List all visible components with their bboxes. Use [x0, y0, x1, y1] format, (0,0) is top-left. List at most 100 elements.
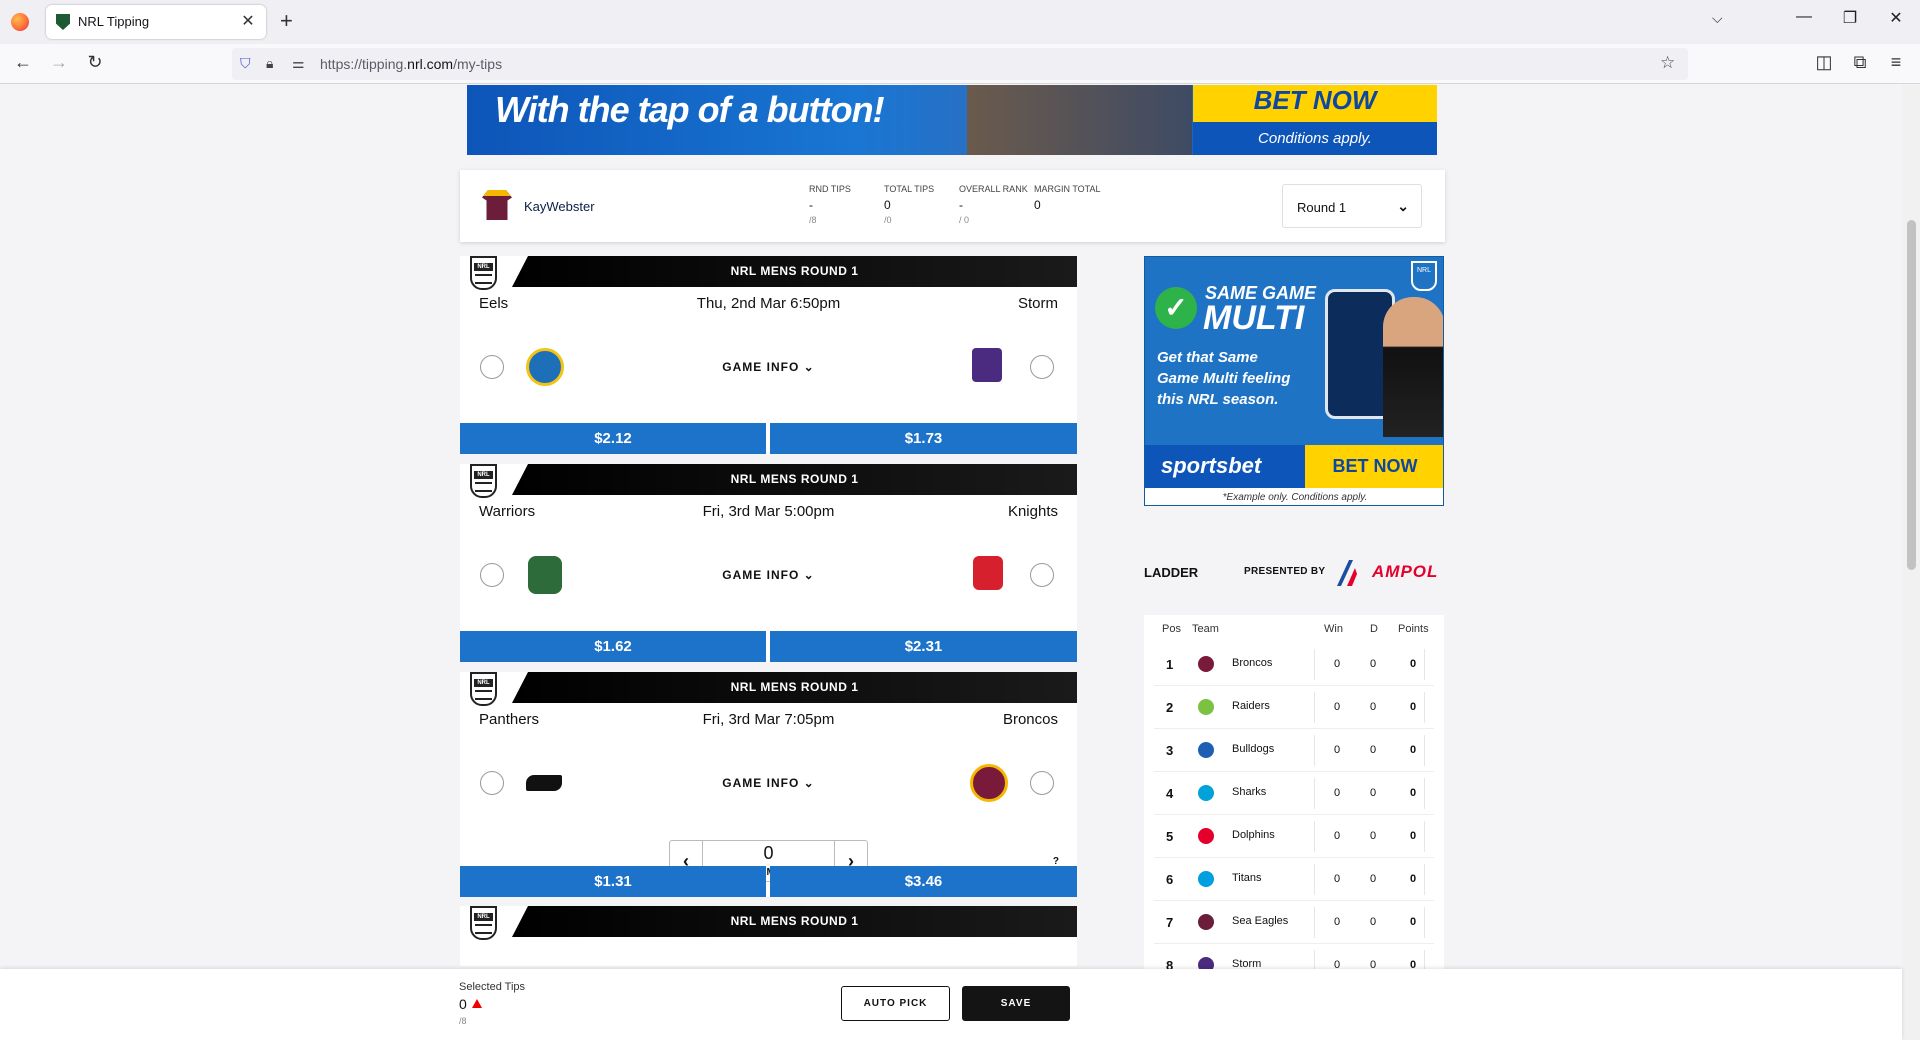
ladder-draw: 0 — [1370, 744, 1377, 756]
page-scrollbar[interactable] — [1902, 85, 1920, 1040]
stat-sub: /8 — [809, 215, 817, 225]
bookmark-star-icon[interactable]: ☆ — [1660, 53, 1675, 73]
ladder-row[interactable]: 1 Broncos 0 0 0 — [1144, 643, 1444, 686]
minimize-icon[interactable]: — — [1784, 8, 1824, 26]
round-selected: Round 1 — [1297, 200, 1347, 215]
home-odds-button[interactable]: $1.31 — [460, 866, 766, 897]
ladder-divider — [1424, 907, 1425, 938]
match-header: NRL NRL MENS ROUND 1 — [460, 256, 1077, 290]
ladder-points: 0 — [1410, 701, 1417, 713]
stat-label: TOTAL TIPS — [884, 184, 935, 194]
broncos-logo-icon — [970, 764, 1008, 802]
back-icon[interactable]: ← — [11, 52, 35, 73]
lock-icon[interactable]: 🔒︎ — [266, 55, 273, 72]
team-logo-icon — [1198, 699, 1214, 715]
tip-away-radio[interactable] — [1030, 355, 1054, 379]
auto-pick-button[interactable]: AUTO PICK — [841, 986, 950, 1021]
scrollbar-thumb[interactable] — [1907, 220, 1916, 570]
pocket-icon[interactable]: ◫ — [1812, 52, 1836, 73]
extensions-icon[interactable]: ⧉ — [1848, 52, 1872, 73]
sportsbet-logo: sportsbet — [1161, 453, 1262, 478]
ladder-win: 0 — [1334, 916, 1341, 928]
nrl-logo-icon: NRL — [470, 464, 497, 498]
browser-tab-bar: NRL Tipping ✕ + ⌵ — ❐ ✕ — [0, 0, 1920, 44]
tab-title: NRL Tipping — [78, 14, 150, 29]
banner-bet-now[interactable]: BET NOW — [1193, 85, 1437, 116]
selected-tips-label: Selected Tips — [459, 981, 526, 993]
tip-away-radio[interactable] — [1030, 563, 1054, 587]
selected-tips-count: 0 — [459, 996, 467, 1012]
away-team-name: Knights — [1007, 503, 1058, 520]
stat-value: 0 — [1034, 198, 1041, 212]
same-game-multi-ad[interactable]: ✓ SAME GAME MULTI Get that Same Game Mul… — [1144, 256, 1444, 506]
ladder-win: 0 — [1334, 701, 1341, 713]
check-icon: ✓ — [1155, 287, 1197, 329]
ladder-row[interactable]: 5 Dolphins 0 0 0 — [1144, 815, 1444, 858]
shield-icon[interactable]: ⛉ — [240, 55, 251, 72]
ladder-row[interactable]: 4 Sharks 0 0 0 — [1144, 772, 1444, 815]
ladder-title: LADDER — [1144, 565, 1199, 580]
ladder-points: 0 — [1410, 787, 1417, 799]
ad-bet-now[interactable]: BET NOW — [1305, 445, 1443, 488]
match-card: NRL NRL MENS ROUND 1 Panthers Fri, 3rd M… — [460, 672, 1077, 897]
chevron-down-icon: ⌄ — [803, 776, 815, 790]
ladder-row[interactable]: 7 Sea Eagles 0 0 0 — [1144, 901, 1444, 944]
tip-away-radio[interactable] — [1030, 771, 1054, 795]
stat-sub: /0 — [884, 215, 892, 225]
home-odds-button[interactable]: $1.62 — [460, 631, 766, 662]
close-window-icon[interactable]: ✕ — [1876, 8, 1916, 28]
away-odds-button[interactable]: $2.31 — [770, 631, 1077, 662]
home-odds-button[interactable]: $2.12 — [460, 423, 766, 454]
game-info-label: GAME INFO — [722, 568, 800, 582]
ladder-divider — [1424, 692, 1425, 723]
url-bar[interactable]: ⛉ 🔒︎ ⚌ https://tipping.nrl.com/my-tips ☆ — [232, 48, 1688, 80]
margin-value[interactable]: 0 — [703, 843, 834, 864]
selected-tips-total: /8 — [459, 1016, 467, 1026]
restore-icon[interactable]: ❐ — [1830, 8, 1870, 28]
ladder-row[interactable]: 2 Raiders 0 0 0 — [1144, 686, 1444, 729]
away-odds-button[interactable]: $3.46 — [770, 866, 1077, 897]
ladder-pos: 6 — [1166, 872, 1174, 887]
round-dropdown[interactable]: Round 1 ⌄ — [1282, 184, 1422, 228]
ladder-draw: 0 — [1370, 873, 1377, 885]
stat-value: 0 — [884, 198, 891, 212]
stat-sub: / 0 — [959, 215, 970, 225]
menu-icon[interactable]: ≡ — [1884, 52, 1908, 73]
nrl-logo-icon: NRL — [470, 256, 497, 290]
username[interactable]: KayWebster — [524, 199, 595, 214]
match-card: NRL NRL MENS ROUND 1 Warriors Fri, 3rd M… — [460, 464, 1077, 662]
ladder-points: 0 — [1410, 658, 1417, 670]
ladder-win: 0 — [1334, 787, 1341, 799]
ad-text: Get that Same Game Multi feeling this NR… — [1157, 349, 1291, 408]
away-odds-button[interactable]: $1.73 — [770, 423, 1077, 454]
ladder-win: 0 — [1334, 873, 1341, 885]
stat-value: - — [809, 198, 813, 212]
browser-tab[interactable]: NRL Tipping ✕ — [46, 5, 266, 39]
stat-value: - — [959, 198, 963, 212]
ladder-draw: 0 — [1370, 701, 1377, 713]
ladder-row[interactable]: 6 Titans 0 0 0 — [1144, 858, 1444, 901]
game-info-label: GAME INFO — [722, 360, 800, 374]
ladder-divider — [1314, 864, 1315, 895]
new-tab-icon[interactable]: + — [280, 8, 293, 34]
ladder-divider — [1314, 735, 1315, 766]
save-button[interactable]: SAVE — [962, 986, 1070, 1021]
tab-list-chevron-icon[interactable]: ⌵ — [1712, 10, 1723, 27]
away-team-name: Storm — [1017, 295, 1058, 312]
firefox-logo-icon — [11, 13, 29, 31]
ladder-row[interactable]: 3 Bulldogs 0 0 0 — [1144, 729, 1444, 772]
forward-icon[interactable]: → — [47, 52, 71, 73]
top-banner-ad[interactable]: With the tap of a button! BET NOW Condit… — [467, 85, 1437, 155]
banner-tagline: With the tap of a button! — [495, 89, 885, 130]
ladder-points: 0 — [1410, 873, 1417, 885]
ladder-divider — [1424, 735, 1425, 766]
page-content: With the tap of a button! BET NOW Condit… — [0, 85, 1902, 1040]
knights-logo-icon — [973, 556, 1003, 590]
chevron-down-icon: ⌄ — [803, 568, 815, 582]
ladder-points: 0 — [1410, 830, 1417, 842]
permissions-icon[interactable]: ⚌ — [292, 55, 305, 72]
reload-icon[interactable]: ↻ — [83, 52, 107, 73]
game-info-label: GAME INFO — [722, 776, 800, 790]
close-tab-icon[interactable]: ✕ — [238, 11, 258, 31]
ladder-team: Sharks — [1232, 786, 1267, 798]
